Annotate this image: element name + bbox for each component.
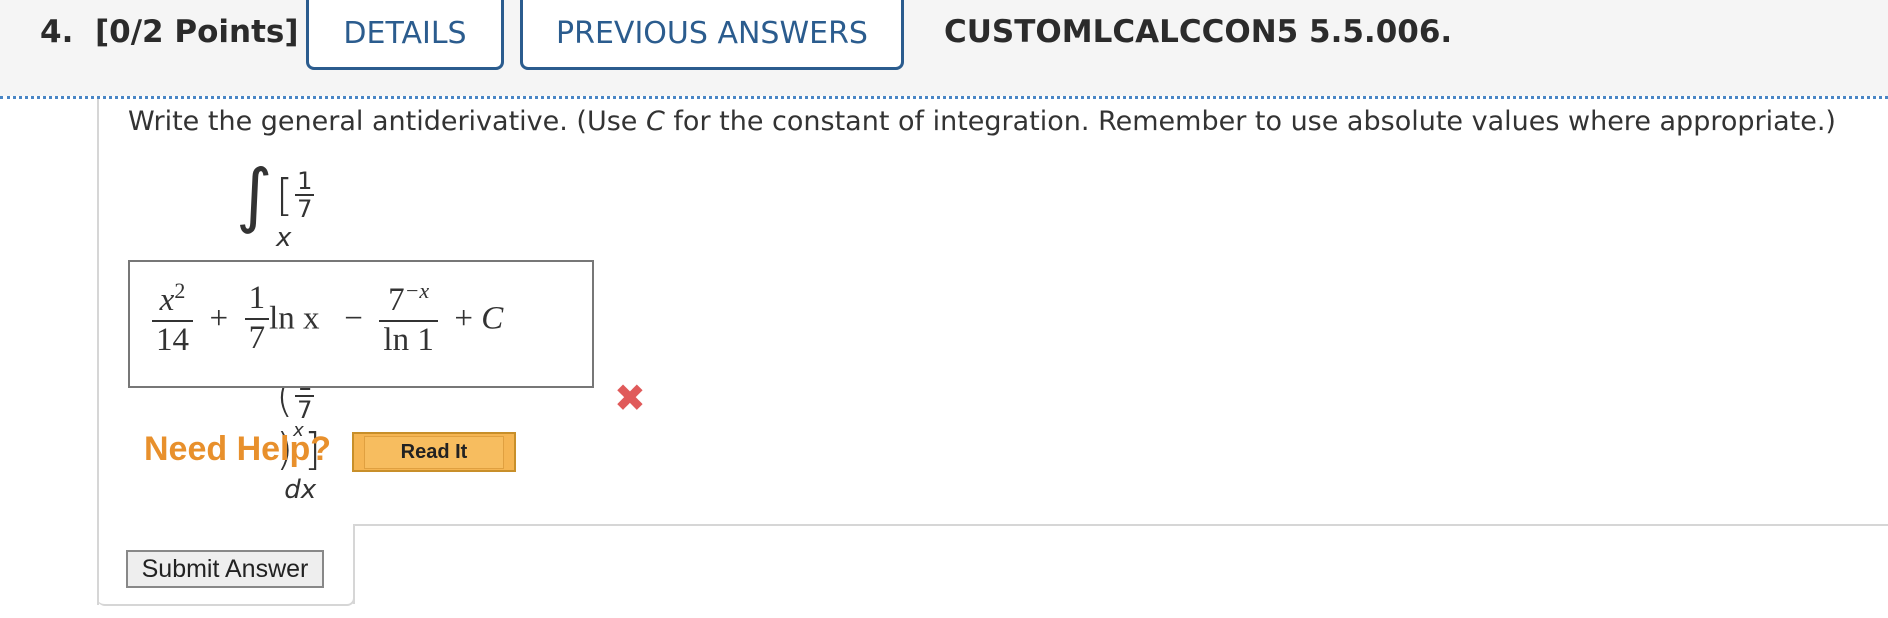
question-prompt: Write the general antiderivative. (Use C… — [128, 106, 1836, 137]
dx-label: dx — [284, 475, 317, 506]
need-help-label: Need Help? — [144, 430, 332, 468]
term1-den: 7 — [297, 195, 313, 224]
read-it-button[interactable]: Read It — [352, 432, 516, 472]
f3-exp: −x — [404, 278, 430, 303]
f3-num: 7 — [388, 282, 405, 318]
answer-op-2: − — [344, 300, 363, 337]
answer-fraction-3: 7−x ln 1 — [379, 278, 438, 360]
f2-den: 7 — [248, 319, 266, 356]
fraction-1-num: x2 — [152, 278, 193, 322]
fraction-3-num: 7−x — [379, 278, 438, 322]
f1-exp: 2 — [174, 278, 186, 303]
f1-num: x — [159, 282, 175, 318]
read-it-label: Read It — [363, 435, 505, 469]
term1-num: 1 — [295, 167, 315, 197]
details-tab[interactable]: DETAILS — [306, 0, 504, 70]
answer-op-3: + — [454, 300, 473, 337]
prompt-constant: C — [645, 106, 665, 137]
problem-code: CUSTOMLCALCCON5 5.5.006. — [944, 14, 1453, 50]
answer-fraction-2: 17 — [244, 280, 270, 358]
answer-expression: x2 14 + 1 7 ln x − 7−x ln 1 + C — [152, 278, 503, 360]
term1-fraction: 17 — [295, 167, 315, 224]
prompt-text-end: for the constant of integration. Remembe… — [664, 106, 1836, 137]
previous-answers-tab[interactable]: PREVIOUS ANSWERS — [520, 0, 904, 70]
points-label: [0/2 Points] — [94, 14, 299, 50]
question-number: 4. — [40, 14, 74, 50]
f1-den: 14 — [156, 321, 189, 358]
panel-divider-vertical — [353, 524, 355, 604]
integral-icon: ∫ — [236, 154, 273, 236]
f2-num: 1 — [244, 280, 270, 320]
answer-op-1: + — [209, 300, 229, 337]
prompt-text-start: Write the general antiderivative. (Use — [128, 106, 646, 137]
answer-ln-term: ln x — [269, 300, 320, 337]
f3-den: ln 1 — [383, 321, 434, 358]
term1-var: x — [276, 223, 292, 254]
open-bracket: [ — [276, 169, 294, 221]
incorrect-x-icon: ✖ — [614, 376, 646, 420]
answer-field[interactable]: x2 14 + 1 7 ln x − 7−x ln 1 + C — [128, 260, 594, 388]
answer-fraction-1: x2 14 — [152, 278, 193, 360]
question-header: 4. [0/2 Points] DETAILS PREVIOUS ANSWERS… — [0, 0, 1888, 96]
question-points: 4. [0/2 Points] — [40, 14, 299, 50]
panel-divider — [353, 524, 1888, 526]
submit-answer-button[interactable]: Submit Answer — [126, 550, 324, 588]
answer-constant: C — [481, 300, 504, 337]
